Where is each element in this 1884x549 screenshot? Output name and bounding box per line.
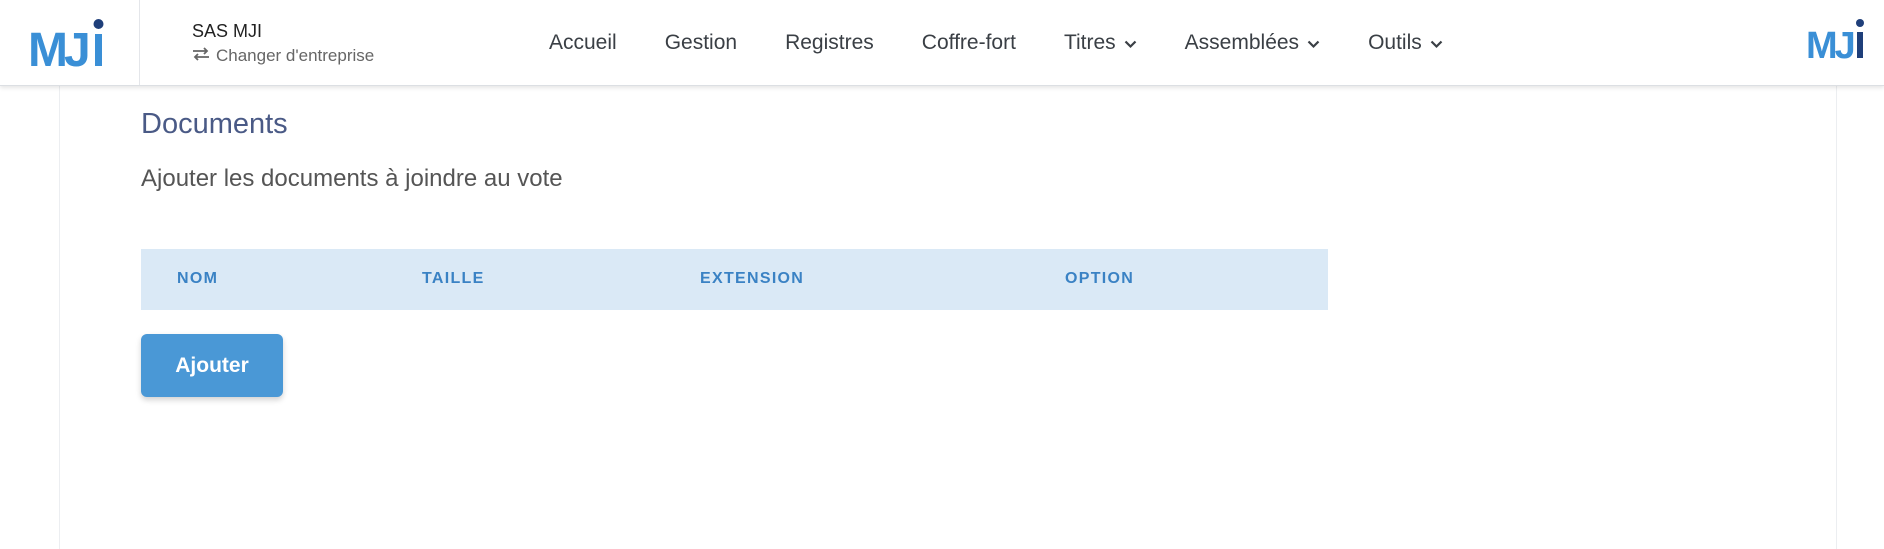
brand-logo[interactable]: MJ — [28, 18, 108, 77]
swap-arrows-icon — [192, 46, 210, 66]
chevron-down-icon — [1307, 31, 1320, 55]
documents-table-header: NOM TAILLE EXTENSION OPTION — [141, 249, 1328, 310]
nav-item-assemblees[interactable]: Assemblées — [1185, 31, 1320, 55]
column-header-nom[interactable]: NOM — [177, 270, 218, 288]
switch-company-link[interactable]: Changer d'entreprise — [192, 46, 374, 66]
nav-item-label: Gestion — [664, 31, 738, 54]
nav-item-label: Outils — [1368, 31, 1422, 54]
nav-item-gestion[interactable]: Gestion — [665, 31, 737, 55]
page-subtitle: Ajouter les documents à joindre au vote — [141, 165, 563, 192]
column-header-taille[interactable]: TAILLE — [422, 270, 485, 288]
content-area — [59, 86, 1837, 549]
logo-container: MJ — [0, 0, 140, 85]
nav-item-label: Titres — [1063, 31, 1116, 54]
nav-item-titres[interactable]: Titres — [1064, 31, 1137, 55]
add-document-button[interactable]: Ajouter — [141, 334, 283, 397]
top-navbar: MJ SAS MJI Changer d'entreprise Accueil … — [0, 0, 1884, 86]
nav-item-registres[interactable]: Registres — [785, 31, 874, 55]
company-selector: SAS MJI Changer d'entreprise — [192, 20, 374, 66]
column-header-extension[interactable]: EXTENSION — [700, 270, 804, 288]
nav-item-label: Accueil — [549, 31, 617, 54]
company-name: SAS MJI — [192, 21, 263, 41]
column-header-option[interactable]: OPTION — [1065, 270, 1134, 288]
nav-item-label: Registres — [785, 31, 874, 54]
nav-item-label: Coffre-fort — [921, 31, 1016, 54]
svg-text:MJ: MJ — [28, 24, 88, 70]
brand-logo-right[interactable]: MJ — [1806, 18, 1866, 67]
nav-item-coffre-fort[interactable]: Coffre-fort — [922, 31, 1016, 55]
svg-text:MJ: MJ — [1806, 25, 1854, 62]
nav-item-outils[interactable]: Outils — [1368, 31, 1443, 55]
main-nav: Accueil Gestion Registres Coffre-fort Ti… — [549, 0, 1443, 86]
nav-item-accueil[interactable]: Accueil — [549, 31, 617, 55]
switch-company-label: Changer d'entreprise — [216, 46, 375, 65]
page-title: Documents — [141, 108, 288, 140]
chevron-down-icon — [1124, 31, 1137, 55]
nav-item-label: Assemblées — [1184, 31, 1300, 54]
chevron-down-icon — [1430, 31, 1443, 55]
